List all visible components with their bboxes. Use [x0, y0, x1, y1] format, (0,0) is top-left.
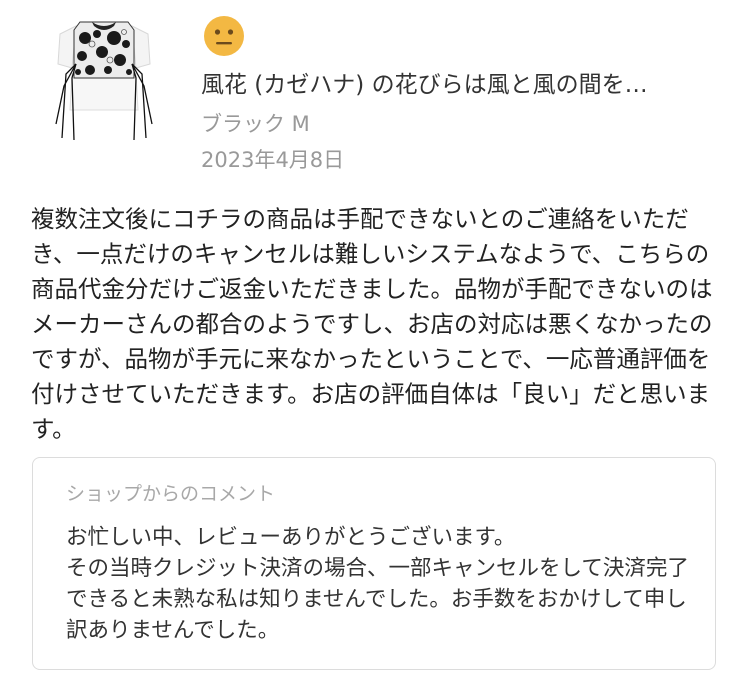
- rating-neutral-face-icon: [203, 15, 245, 57]
- shop-comment-paragraph: お忙しい中、レビューありがとうございます。: [66, 525, 516, 550]
- shop-comment-text: お忙しい中、レビューありがとうございます。 その当時クレジット決済の場合、一部キ…: [66, 522, 698, 646]
- sheer-floral-blouse-icon: [55, 21, 153, 141]
- review-date: 2023年4月8日: [201, 148, 345, 172]
- product-image[interactable]: [52, 14, 156, 144]
- shop-comment-paragraph: その当時クレジット決済の場合、一部キャンセルをして決済完了できると未熟な私は知り…: [66, 556, 689, 643]
- shop-comment-label: ショップからのコメント: [66, 483, 276, 505]
- product-variant: ブラック M: [201, 112, 310, 136]
- shop-comment-box: ショップからのコメント お忙しい中、レビューありがとうございます。 その当時クレ…: [32, 457, 716, 670]
- neutral-face-icon: [204, 16, 244, 56]
- review-body: 複数注文後にコチラの商品は手配できないとのご連絡をいただき、一点だけのキャンセル…: [31, 205, 713, 443]
- product-title[interactable]: 風花 (カゼハナ) の花びらは風と風の間を…: [201, 69, 711, 101]
